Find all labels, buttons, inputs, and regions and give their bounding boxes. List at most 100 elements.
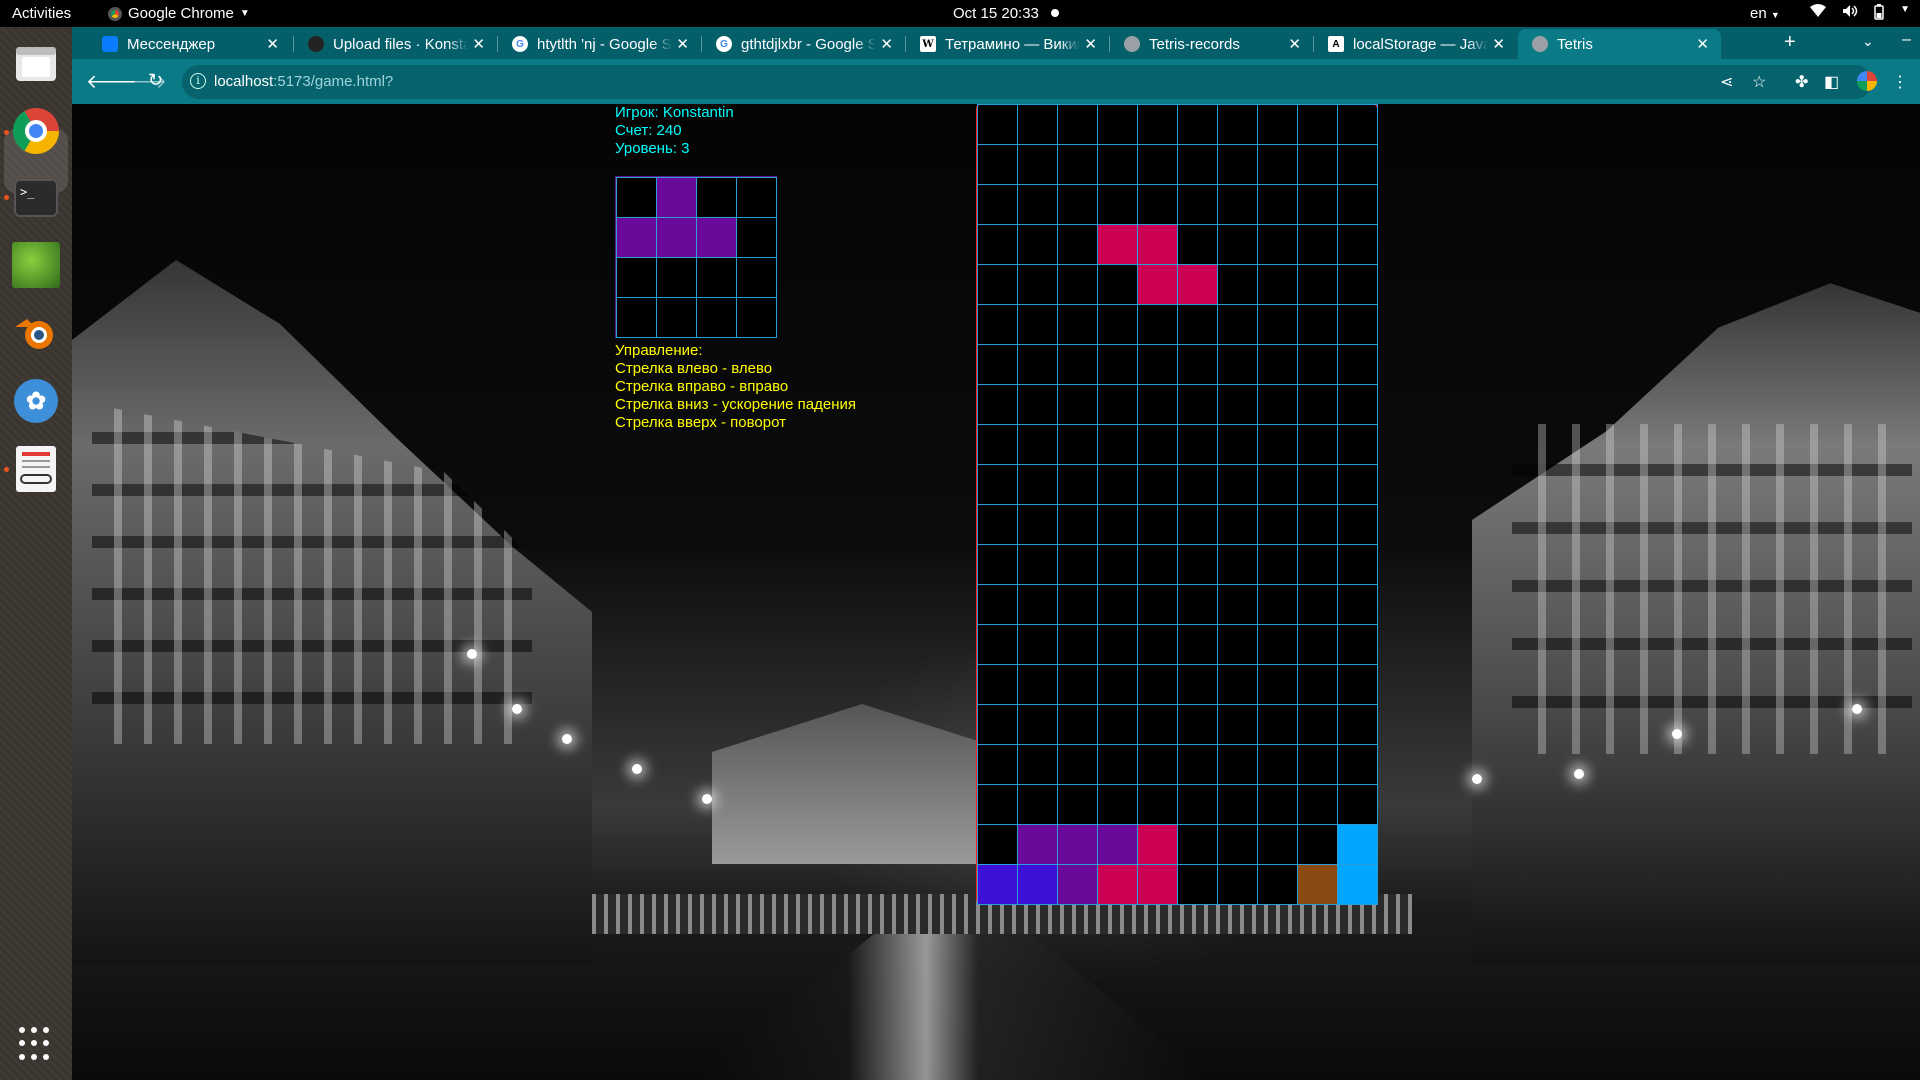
control-hint: Стрелка вверх - поворот (615, 414, 786, 431)
close-icon[interactable]: ✕ (1288, 35, 1301, 53)
tab[interactable]: G gthtdjlxbr - Google Search ✕ (702, 29, 905, 59)
empty-cell (1297, 544, 1338, 585)
tab[interactable]: Tetris-records ✕ (1110, 29, 1313, 59)
empty-cell (1137, 384, 1178, 425)
empty-cell (1337, 104, 1378, 145)
street-lamp (467, 649, 477, 659)
empty-cell (1257, 104, 1298, 145)
tab[interactable]: W Тетрамино — Википедия ✕ (906, 29, 1109, 59)
empty-cell (1097, 304, 1138, 345)
tab[interactable]: Мессенджер ✕ (88, 29, 291, 59)
empty-cell (1057, 424, 1098, 465)
filled-cell (1137, 224, 1178, 265)
empty-cell (1177, 664, 1218, 705)
empty-cell (1217, 864, 1258, 905)
tab-search-button[interactable]: ⌄ (1862, 33, 1874, 50)
empty-cell (1097, 784, 1138, 825)
tab[interactable]: G htytlth 'nj - Google Search ✕ (498, 29, 701, 59)
empty-cell (1217, 304, 1258, 345)
extensions-icon[interactable]: ✤ (1795, 72, 1808, 92)
empty-cell (1097, 624, 1138, 665)
empty-cell (1057, 624, 1098, 665)
empty-cell (1217, 664, 1258, 705)
bookmark-star-icon[interactable]: ☆ (1752, 72, 1766, 92)
image-viewer-launcher[interactable] (10, 239, 62, 291)
close-icon[interactable]: ✕ (1492, 35, 1505, 53)
empty-cell (1257, 304, 1298, 345)
empty-cell (1137, 424, 1178, 465)
files-icon (16, 47, 56, 81)
system-tray[interactable]: ▼ (1810, 4, 1910, 23)
empty-cell (1097, 584, 1138, 625)
empty-cell (1097, 184, 1138, 225)
empty-cell (1257, 264, 1298, 305)
street-lamp (1472, 774, 1482, 784)
app-menu[interactable]: Google Chrome ▼ (108, 5, 250, 22)
empty-cell (1057, 104, 1098, 145)
empty-cell (1017, 144, 1058, 185)
empty-cell (1137, 544, 1178, 585)
close-icon[interactable]: ✕ (472, 35, 485, 53)
empty-cell (977, 344, 1018, 385)
street-lamp (632, 764, 642, 774)
javascript-icon: A (1328, 36, 1344, 52)
empty-cell (1057, 504, 1098, 545)
blender-launcher[interactable] (10, 307, 62, 359)
empty-cell (1017, 104, 1058, 145)
app-menu-label: Google Chrome (128, 5, 234, 22)
background-canal (692, 934, 1212, 1080)
empty-cell (1337, 464, 1378, 505)
next-piece-preview (615, 176, 777, 338)
empty-cell (1297, 744, 1338, 785)
new-tab-button[interactable]: + (1784, 31, 1796, 54)
empty-cell (1097, 664, 1138, 705)
kdenlive-launcher[interactable]: ✿ (10, 375, 62, 427)
files-launcher[interactable] (10, 37, 62, 89)
empty-cell (1017, 704, 1058, 745)
share-icon[interactable]: ⋖ (1720, 72, 1733, 92)
close-icon[interactable]: ✕ (880, 35, 893, 53)
tab[interactable]: Upload files · Konstant ✕ (294, 29, 497, 59)
close-icon[interactable]: ✕ (1084, 35, 1097, 53)
tab-title: localStorage — JavaScript (1353, 35, 1488, 53)
empty-cell (1097, 384, 1138, 425)
input-source-indicator[interactable]: en ▼ (1750, 5, 1780, 22)
tab[interactable]: A localStorage — JavaScript ✕ (1314, 29, 1517, 59)
tab-active[interactable]: Tetris ✕ (1518, 29, 1721, 59)
reload-button[interactable]: ↻ (148, 70, 163, 91)
profile-avatar[interactable] (1857, 71, 1877, 91)
site-info-icon[interactable]: i (190, 73, 206, 89)
chrome-launcher[interactable] (10, 105, 62, 157)
show-applications-button[interactable] (19, 1027, 53, 1061)
empty-cell (1177, 864, 1218, 905)
google-icon: G (716, 36, 732, 52)
filled-cell (1097, 224, 1138, 265)
empty-cell (1337, 224, 1378, 265)
empty-cell (1337, 304, 1378, 345)
empty-cell (1337, 384, 1378, 425)
kdenlive-icon: ✿ (14, 379, 58, 423)
empty-cell (977, 104, 1018, 145)
empty-cell (1177, 104, 1218, 145)
activities-button[interactable]: Activities (12, 5, 71, 22)
empty-cell (1217, 784, 1258, 825)
game-board[interactable] (976, 104, 1378, 905)
empty-cell (1057, 144, 1098, 185)
close-icon[interactable]: ✕ (1696, 35, 1709, 53)
close-icon[interactable]: ✕ (676, 35, 689, 53)
empty-cell (616, 297, 657, 338)
filled-cell (977, 864, 1018, 905)
empty-cell (736, 217, 777, 258)
terminal-launcher[interactable]: >_ (10, 172, 62, 224)
empty-cell (1297, 664, 1338, 705)
document-viewer-launcher[interactable] (10, 443, 62, 495)
close-icon[interactable]: ✕ (266, 35, 279, 53)
filled-cell (1017, 864, 1058, 905)
menu-icon[interactable]: ⋮ (1892, 72, 1908, 92)
filled-cell (1097, 824, 1138, 865)
empty-cell (1137, 784, 1178, 825)
clock[interactable]: Oct 15 20:33 (953, 5, 1039, 22)
side-panel-icon[interactable]: ◧ (1824, 72, 1839, 92)
address-bar[interactable] (182, 65, 1872, 99)
minimize-button[interactable]: – (1902, 31, 1911, 49)
